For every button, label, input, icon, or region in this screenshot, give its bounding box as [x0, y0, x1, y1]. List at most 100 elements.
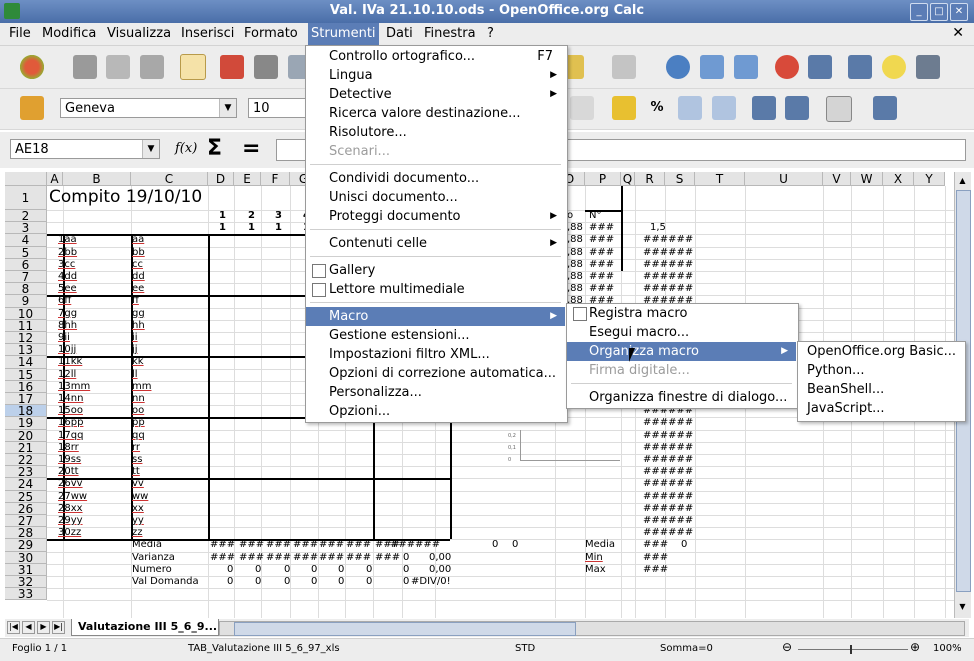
student-name-cell[interactable]: ee [132, 283, 144, 295]
student-id-name-cell[interactable]: 8hh [58, 320, 77, 332]
column-header[interactable]: C [131, 172, 208, 186]
sort-ascending-icon[interactable] [700, 55, 724, 79]
hash-cell[interactable]: ###### [643, 503, 693, 515]
student-id-name-cell[interactable]: 29yy [58, 515, 83, 527]
column-header[interactable]: F [261, 172, 290, 186]
prev-sheet-icon[interactable]: ◀ [22, 621, 35, 634]
sum-icon[interactable]: Σ [207, 136, 222, 161]
cell[interactable]: ,88 [567, 234, 583, 246]
hash-cell[interactable]: ###### [643, 454, 693, 466]
menu-item[interactable]: Gallery [306, 261, 565, 280]
stat-value-cell[interactable]: ### [266, 552, 291, 564]
stat-label-cell[interactable]: Val Domanda [132, 576, 199, 588]
menu-help[interactable]: ? [487, 26, 494, 41]
cell[interactable]: ,88 [567, 247, 583, 259]
student-id-name-cell[interactable]: 26vv [58, 478, 83, 490]
menu-inserisci[interactable]: Inserisci [181, 26, 234, 41]
column-header[interactable]: X [883, 172, 914, 186]
column-header[interactable]: U [745, 172, 823, 186]
stat-value-cell[interactable]: ### [266, 539, 291, 551]
column-header[interactable]: P [585, 172, 621, 186]
redo-icon[interactable] [612, 55, 636, 79]
cell[interactable]: ### [589, 271, 614, 283]
stat-value-cell[interactable]: 0 [492, 539, 498, 551]
menu-item[interactable]: Ricerca valore destinazione... [306, 104, 565, 123]
stat-value-cell[interactable]: #DIV/0! [411, 576, 451, 588]
menu-item[interactable]: OpenOffice.org Basic... [798, 342, 963, 361]
checkbox-icon[interactable] [312, 264, 326, 278]
menu-strumenti[interactable]: Strumenti [308, 23, 379, 45]
stat-value-cell[interactable]: 0 [366, 576, 372, 588]
stat-value-cell[interactable]: 0,00 [429, 552, 451, 564]
stat-value-cell[interactable]: ### [319, 552, 344, 564]
student-id-name-cell[interactable]: 2bb [58, 247, 77, 259]
column-header[interactable]: W [851, 172, 883, 186]
column-header[interactable]: A [47, 172, 63, 186]
student-id-name-cell[interactable]: 16pp [58, 417, 83, 429]
stat-value-cell[interactable]: 0 [338, 564, 344, 576]
student-name-cell[interactable]: ii [132, 332, 138, 344]
hash-cell[interactable]: ###### [643, 271, 693, 283]
styles-icon[interactable] [20, 96, 44, 120]
cell[interactable]: ### [589, 247, 614, 259]
menu-item[interactable]: Organizza macro ▶ [567, 342, 796, 361]
horizontal-scrollbar[interactable] [219, 621, 965, 636]
scroll-up-icon[interactable]: ▲ [956, 176, 969, 189]
sort-descending-icon[interactable] [734, 55, 758, 79]
stat-value-cell[interactable]: ### [643, 564, 668, 576]
selection-mode[interactable]: STD [515, 643, 535, 654]
row-header[interactable]: 15 [5, 368, 47, 381]
stat-value-cell[interactable]: 0 [255, 564, 261, 576]
row-header[interactable]: 25 [5, 490, 47, 503]
menu-item[interactable]: Risolutore... [306, 123, 565, 142]
hash-cell[interactable]: ###### [643, 417, 693, 429]
menu-item[interactable]: Opzioni... [306, 402, 565, 421]
font-size-combo[interactable]: 10 [248, 98, 306, 118]
column-header[interactable]: E [234, 172, 261, 186]
student-id-name-cell[interactable]: 14nn [58, 393, 83, 405]
row-header[interactable]: 29 [5, 539, 47, 552]
cell[interactable]: ,88 [567, 259, 583, 271]
borders-icon[interactable] [826, 96, 852, 122]
menu-item[interactable]: Unisci documento... [306, 188, 565, 207]
cell[interactable]: ### [589, 283, 614, 295]
column-header[interactable]: Y [914, 172, 945, 186]
stat-value-cell[interactable]: ### [375, 552, 400, 564]
chart-axis-label[interactable]: 0 [508, 454, 511, 466]
new-document-icon[interactable] [20, 55, 44, 79]
menu-item[interactable]: Scenari... [306, 142, 565, 161]
stat-label-cell[interactable]: Media [585, 539, 615, 551]
menu-item[interactable]: Personalizza... [306, 383, 565, 402]
student-id-name-cell[interactable]: 18rr [58, 442, 79, 454]
zoom-out-icon[interactable]: ⊖ [782, 640, 792, 654]
row-header[interactable]: 14 [5, 356, 47, 369]
student-id-name-cell[interactable]: 4dd [58, 271, 77, 283]
stat-value-cell[interactable]: ### [293, 552, 318, 564]
student-name-cell[interactable]: tt [132, 466, 140, 478]
menu-item[interactable]: Lingua ▶ [306, 66, 565, 85]
close-window-button[interactable]: ✕ [950, 3, 968, 21]
menu-item[interactable]: Organizza finestre di dialogo... [567, 388, 796, 407]
chart-axis-label[interactable]: 0,2 [508, 430, 516, 442]
student-id-name-cell[interactable]: 13mm [58, 381, 90, 393]
save-icon[interactable] [106, 55, 130, 79]
stat-value-cell[interactable]: ### [643, 552, 668, 564]
student-name-cell[interactable]: dd [132, 271, 145, 283]
column-header[interactable]: B [63, 172, 131, 186]
percent-icon[interactable]: % [645, 96, 669, 120]
cell[interactable]: 1,5 [650, 222, 666, 234]
row-header[interactable]: 33 [5, 588, 47, 600]
stat-value-cell[interactable]: ### [346, 539, 371, 551]
student-name-cell[interactable]: vv [132, 478, 144, 490]
student-id-name-cell[interactable]: 19ss [58, 454, 81, 466]
menu-formato[interactable]: Formato [244, 26, 298, 41]
font-name-combo[interactable]: Geneva ▼ [60, 98, 237, 118]
menu-visualizza[interactable]: Visualizza [107, 26, 171, 41]
stat-value-cell[interactable]: ### [390, 539, 415, 551]
stat-label-cell[interactable]: Min [585, 552, 603, 564]
stat-value-cell[interactable]: 0 [681, 539, 687, 551]
last-sheet-icon[interactable]: ▶| [52, 621, 65, 634]
stat-value-cell[interactable]: 0 [311, 576, 317, 588]
hash-cell[interactable]: ###### [643, 478, 693, 490]
row-header[interactable]: 24 [5, 478, 47, 491]
